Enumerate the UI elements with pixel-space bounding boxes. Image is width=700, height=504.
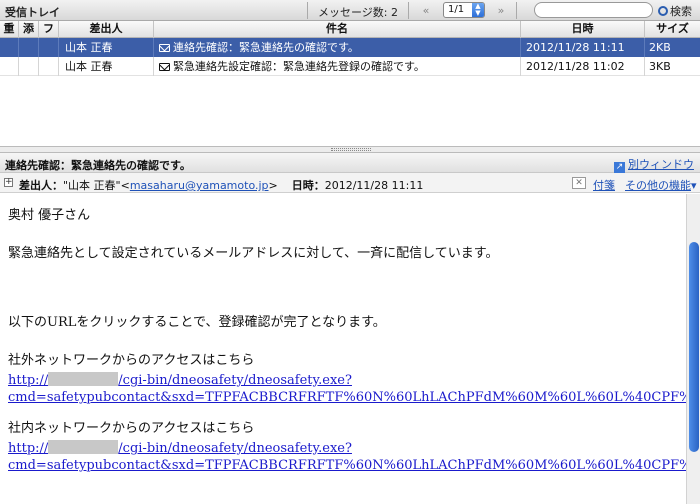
column-size[interactable]: サイズ <box>645 21 700 38</box>
first-page-icon[interactable]: « <box>418 3 434 18</box>
new-window-label: 別ウィンドウ <box>628 158 694 171</box>
new-window-icon: ↗ <box>614 162 625 173</box>
message-body: 奥村 優子さん 緊急連絡先として設定されているメールアドレスに対して、一斉に配信… <box>0 194 686 504</box>
body-line: 以下のURLをクリックすることで、登録確認が完了となります。 <box>8 315 386 330</box>
expand-header-icon[interactable]: + <box>4 178 13 187</box>
last-page-icon[interactable]: » <box>493 3 509 18</box>
flag-cell[interactable] <box>39 57 59 76</box>
url-path: /cgi-bin/dneosafety/dneosafety.exe? <box>118 441 352 456</box>
column-date[interactable]: 日時 <box>521 21 645 38</box>
toolbar-divider <box>307 2 308 19</box>
internal-url-query-link[interactable]: cmd=safetypubcontact&sxd=TFPFACBBCRFRFTF… <box>8 458 686 473</box>
date-label: 日時： <box>291 179 325 192</box>
scrollbar-thumb[interactable] <box>689 242 699 452</box>
open-new-window-link[interactable]: ↗ 別ウィンドウ <box>614 156 694 173</box>
column-important[interactable]: 重 <box>0 21 19 38</box>
message-row[interactable]: 山本 正春 緊急連絡先設定確認：緊急連絡先登録の確認です。 2012/11/28… <box>0 57 700 76</box>
flag-cell[interactable] <box>39 38 59 57</box>
size-cell: 2KB <box>649 41 671 54</box>
preview-subject-bar: 連絡先確認：緊急連絡先の確認です。 ↗ 別ウィンドウ <box>0 153 700 173</box>
envelope-open-icon <box>159 44 170 52</box>
internal-url-query-line: cmd=safetypubcontact&sxd=TFPFACBBCRFRFTF… <box>8 457 686 474</box>
more-functions-label: その他の機能 <box>625 179 691 192</box>
subject-cell: 連絡先確認：緊急連絡先の確認です。 <box>154 38 521 57</box>
vertical-scrollbar[interactable] <box>686 194 700 504</box>
search-button[interactable]: 検索 <box>658 3 692 19</box>
toolbar-divider <box>408 2 409 19</box>
search-input[interactable] <box>534 2 653 18</box>
important-cell[interactable] <box>0 38 19 57</box>
search-icon <box>658 6 668 16</box>
toolbar-divider <box>516 2 517 19</box>
column-flag[interactable]: フ <box>39 21 59 38</box>
date-cell: 2012/11/28 11:11 <box>521 38 645 57</box>
message-list-header: 重 添 フ 差出人 件名 日時 サイズ <box>0 21 700 38</box>
preview-subject: 連絡先確認：緊急連絡先の確認です。 <box>5 159 191 172</box>
chevron-down-icon: ▾ <box>691 179 697 192</box>
column-sender[interactable]: 差出人 <box>59 21 154 38</box>
redacted-host <box>48 372 119 386</box>
internal-access-heading: 社内ネットワークからのアクセスはこちら <box>8 421 255 436</box>
subject-text: 連絡先確認：緊急連絡先の確認です。 <box>173 41 359 54</box>
envelope-open-icon <box>159 63 170 71</box>
body-line: 緊急連絡先として設定されているメールアドレスに対して、一斉に配信しています。 <box>8 246 499 261</box>
search-label: 検索 <box>670 5 692 18</box>
from-email-link[interactable]: masaharu@yamamoto.jp <box>130 179 269 192</box>
sticky-note-link[interactable]: 付箋 <box>593 177 615 193</box>
message-row[interactable]: 山本 正春 連絡先確認：緊急連絡先の確認です。 2012/11/28 11:11… <box>0 38 700 57</box>
attachment-cell <box>19 38 39 57</box>
more-functions-menu[interactable]: その他の機能▾ <box>625 177 697 193</box>
internal-url-line: http:// /cgi-bin/dneosafety/dneosafety.ex… <box>8 440 352 457</box>
url-prefix: http:// <box>8 373 49 388</box>
page-value: 1/1 <box>448 4 465 15</box>
sender-cell: 山本 正春 <box>59 38 154 57</box>
external-access-heading: 社外ネットワークからのアクセスはこちら <box>8 353 255 368</box>
url-path: /cgi-bin/dneosafety/dneosafety.exe? <box>118 373 352 388</box>
preview-date: 2012/11/28 11:11 <box>324 179 424 192</box>
external-url-query-line: cmd=safetypubcontact&sxd=TFPFACBBCRFRFTF… <box>8 389 686 406</box>
important-cell[interactable] <box>0 57 19 76</box>
folder-title: 受信トレイ <box>5 6 60 19</box>
redacted-host <box>48 440 119 454</box>
url-prefix: http:// <box>8 441 49 456</box>
subject-text: 緊急連絡先設定確認：緊急連絡先登録の確認です。 <box>173 60 425 73</box>
column-subject[interactable]: 件名 <box>154 21 521 38</box>
column-attachment[interactable]: 添 <box>19 21 39 38</box>
external-url-query-link[interactable]: cmd=safetypubcontact&sxd=TFPFACBBCRFRFTF… <box>8 390 686 405</box>
date-cell: 2012/11/28 11:02 <box>521 57 645 76</box>
message-count: メッセージ数: 2 <box>318 6 398 19</box>
sender-cell: 山本 正春 <box>59 57 154 76</box>
external-url-line: http:// /cgi-bin/dneosafety/dneosafety.ex… <box>8 372 352 389</box>
page-select[interactable]: 1/1 ▲ ▼ <box>443 2 485 18</box>
spinner-arrows-icon[interactable]: ▲ ▼ <box>472 3 484 17</box>
preview-meta-bar: + 差出人："山本 正春"<masaharu@yamamoto.jp> 日時：2… <box>0 173 700 193</box>
sticky-close-icon[interactable]: ✕ <box>572 177 586 189</box>
from-label: 差出人： <box>19 179 63 192</box>
external-url-link[interactable]: http:// /cgi-bin/dneosafety/dneosafety.ex… <box>8 372 352 388</box>
body-greeting: 奥村 優子さん <box>8 208 91 223</box>
splitter-grip-icon[interactable] <box>331 148 371 151</box>
pane-splitter[interactable] <box>0 146 700 153</box>
attachment-cell <box>19 57 39 76</box>
from-name: "山本 正春"< <box>63 179 130 192</box>
mail-toolbar: 受信トレイ メッセージ数: 2 « 1/1 ▲ ▼ » 検索 <box>0 0 700 21</box>
internal-url-link[interactable]: http:// /cgi-bin/dneosafety/dneosafety.ex… <box>8 440 352 456</box>
from-close: > <box>268 179 278 192</box>
size-cell: 3KB <box>649 60 671 73</box>
sender-info: 差出人："山本 正春"<masaharu@yamamoto.jp> 日時：201… <box>19 177 423 193</box>
subject-cell: 緊急連絡先設定確認：緊急連絡先登録の確認です。 <box>154 57 521 76</box>
